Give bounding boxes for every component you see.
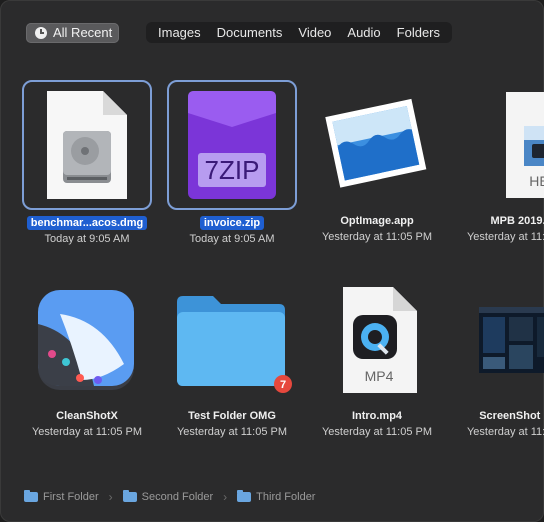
all-recent-label: All Recent: [53, 25, 113, 40]
file-date: Yesterday at 11:05 PM: [321, 426, 433, 438]
recent-files-window: All Recent Images Documents Video Audio …: [0, 0, 544, 522]
tab-folders[interactable]: Folders: [389, 22, 448, 43]
path-label: Third Folder: [256, 491, 316, 503]
file-item-cleanshotx[interactable]: CleanShotX Yesterday at 11:05 PM: [12, 275, 162, 439]
path-item-second-folder[interactable]: Second Folder: [122, 490, 214, 503]
archive-badge-text: 7ZIP: [205, 155, 260, 185]
all-recent-button[interactable]: All Recent: [26, 22, 120, 43]
file-thumbnail: [22, 80, 152, 210]
file-item-intro-mp4[interactable]: MP4 Intro.mp4 Yesterday at 11:05 PM: [302, 275, 452, 439]
file-thumbnail: 7ZIP: [167, 80, 297, 210]
file-date: Today at 9:05 AM: [44, 233, 130, 245]
heic-file-icon: HEIC: [506, 92, 544, 198]
file-name: MPB 2019.H: [490, 215, 544, 227]
file-thumbnail: [23, 275, 151, 403]
file-thumbnail: 7: [168, 275, 296, 403]
file-item-benchmark-dmg[interactable]: benchmar...acos.dmg Today at 9:05 AM: [12, 80, 162, 246]
screenshot-thumbnail-icon: [479, 307, 544, 373]
path-label: Second Folder: [141, 491, 214, 503]
path-bar: First Folder › Second Folder › Third Fol…: [24, 490, 315, 504]
file-item-invoice-zip[interactable]: 7ZIP invoice.zip Today at 9:05 AM: [157, 80, 307, 246]
file-thumbnail: HEIC: [458, 80, 544, 208]
file-name: Test Folder OMG: [188, 410, 276, 422]
folder-icon: [237, 490, 252, 502]
file-thumbnail: MP4: [313, 275, 441, 403]
path-item-first-folder[interactable]: First Folder: [24, 490, 99, 503]
folder-icon: [24, 490, 38, 502]
file-name: benchmar...acos.dmg: [26, 216, 148, 230]
file-date: Today at 9:05 AM: [189, 233, 275, 245]
file-name: Intro.mp4: [351, 410, 403, 422]
folder-count-badge: 7: [280, 379, 286, 391]
chevron-right-icon: ›: [108, 490, 113, 504]
file-item-screenshot[interactable]: ScreenShot 12.3 Yesterday at 11:05 PM: [447, 275, 544, 439]
path-item-third-folder[interactable]: Third Folder: [237, 490, 316, 503]
archive-7zip-icon: 7ZIP: [188, 91, 276, 199]
file-item-mpb-heic[interactable]: HEIC MPB 2019.H Yesterday at 11:05 PM: [447, 80, 544, 244]
tab-video[interactable]: Video: [290, 22, 339, 43]
tab-audio[interactable]: Audio: [339, 22, 388, 43]
file-item-optimage-app[interactable]: OptImage.app Yesterday at 11:05 PM: [302, 80, 452, 244]
disk-image-icon: [47, 91, 127, 199]
filter-tabs: Images Documents Video Audio Folders: [146, 22, 453, 43]
file-date: Yesterday at 11:05 PM: [466, 426, 544, 438]
optimage-app-icon: [325, 98, 427, 188]
file-name: invoice.zip: [199, 216, 265, 230]
file-date: Yesterday at 11:05 PM: [321, 231, 433, 243]
folder-icon: 7: [177, 296, 292, 393]
chevron-right-icon: ›: [223, 490, 228, 504]
file-date: Yesterday at 11:05 PM: [466, 231, 544, 243]
filter-bar: All Recent: [26, 22, 120, 43]
file-thumbnail: [458, 275, 544, 403]
tab-documents[interactable]: Documents: [209, 22, 291, 43]
tab-images[interactable]: Images: [150, 22, 209, 43]
file-name: OptImage.app: [340, 215, 414, 227]
file-item-test-folder[interactable]: 7 Test Folder OMG Yesterday at 11:05 PM: [157, 275, 307, 439]
mp4-file-icon: MP4: [343, 287, 417, 393]
cleanshot-app-icon: [38, 290, 134, 390]
clock-icon: [35, 26, 47, 39]
file-date: Yesterday at 11:05 PM: [31, 426, 143, 438]
path-label: First Folder: [43, 491, 99, 503]
folder-icon: [122, 490, 137, 502]
file-name: CleanShotX: [56, 410, 118, 422]
heic-badge-text: HEIC: [529, 173, 544, 189]
file-thumbnail: [313, 80, 441, 208]
file-name: ScreenShot 12.3: [479, 410, 544, 422]
mp4-badge-text: MP4: [365, 368, 394, 384]
file-date: Yesterday at 11:05 PM: [176, 426, 288, 438]
